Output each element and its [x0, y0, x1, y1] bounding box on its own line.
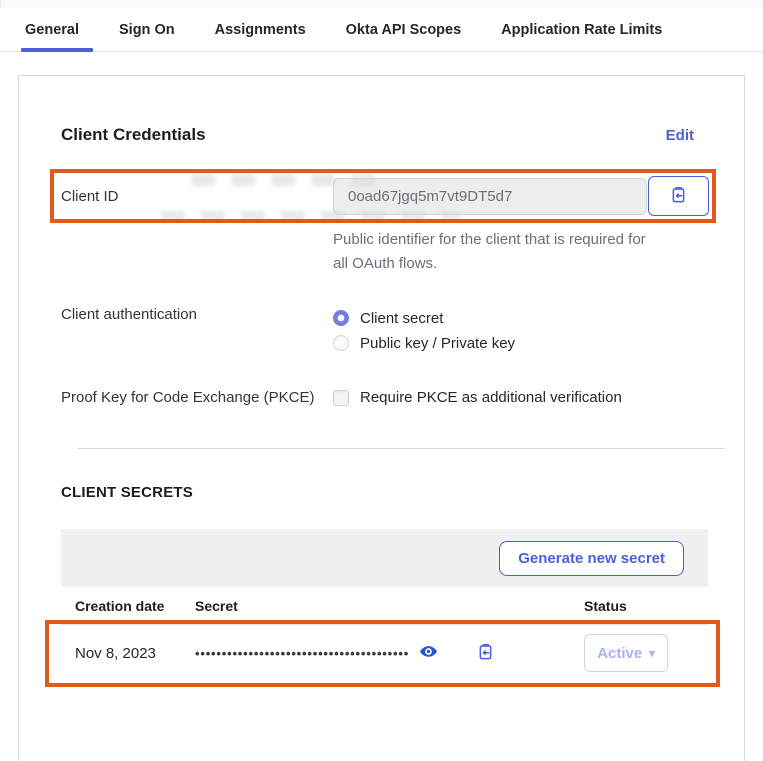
pkce-checkbox-option[interactable]: Require PKCE as additional verification — [333, 389, 694, 406]
secret-value-cell: •••••••••••••••••••••••••••••••••••••••• — [195, 642, 584, 664]
copy-secret-button[interactable] — [476, 642, 495, 664]
client-id-description: Public identifier for the client that is… — [333, 228, 663, 276]
secrets-table-toolbar: Generate new secret — [61, 529, 708, 587]
radio-unselected-icon[interactable] — [333, 335, 349, 351]
redaction-smudge — [161, 211, 461, 220]
copy-client-id-button[interactable] — [648, 176, 709, 216]
show-secret-eye-icon — [419, 642, 438, 664]
masked-secret-value: •••••••••••••••••••••••••••••••••••••••• — [195, 646, 409, 661]
tab-assignments[interactable]: Assignments — [215, 8, 306, 51]
app-tabbar: General Sign On Assignments Okta API Sco… — [0, 8, 763, 52]
clipboard-copy-icon — [669, 185, 688, 207]
pkce-row: Proof Key for Code Exchange (PKCE) Requi… — [61, 389, 694, 406]
column-header-secret: Secret — [195, 598, 584, 614]
secret-creation-date: Nov 8, 2023 — [75, 645, 195, 662]
pkce-checkbox-label: Require PKCE as additional verification — [360, 389, 622, 406]
radio-option-label: Public key / Private key — [360, 335, 515, 352]
status-label: Active — [597, 645, 642, 662]
secrets-table-header: Creation date Secret Status — [61, 587, 708, 625]
edit-link[interactable]: Edit — [666, 127, 694, 144]
column-header-status: Status — [584, 598, 694, 614]
section-divider — [77, 448, 725, 449]
secret-status-dropdown[interactable]: Active ▾ — [584, 634, 668, 672]
pkce-checkbox[interactable] — [333, 390, 349, 406]
pkce-label: Proof Key for Code Exchange (PKCE) — [61, 389, 333, 406]
client-secrets-table: Generate new secret Creation date Secret… — [61, 529, 708, 681]
redaction-smudge — [191, 174, 381, 186]
client-id-value-group — [333, 176, 709, 216]
client-id-label: Client ID — [61, 188, 333, 205]
client-authentication-label: Client authentication — [61, 306, 333, 323]
general-settings-card: Client Credentials Edit Client ID Public… — [18, 75, 745, 761]
client-id-row: Client ID — [61, 172, 694, 220]
column-header-creation-date: Creation date — [75, 598, 195, 614]
secret-table-row: Nov 8, 2023 ••••••••••••••••••••••••••••… — [61, 625, 708, 681]
tab-application-rate-limits[interactable]: Application Rate Limits — [501, 8, 662, 51]
reveal-secret-button[interactable] — [419, 642, 438, 664]
window-top-edge — [0, 0, 763, 8]
tab-okta-api-scopes[interactable]: Okta API Scopes — [346, 8, 462, 51]
radio-option-public-private-key[interactable]: Public key / Private key — [333, 331, 694, 355]
client-secrets-title: CLIENT SECRETS — [61, 484, 694, 501]
tab-general[interactable]: General — [25, 8, 79, 51]
client-authentication-row: Client authentication Client secret Publ… — [61, 306, 694, 355]
tab-sign-on[interactable]: Sign On — [119, 8, 175, 51]
generate-new-secret-button[interactable]: Generate new secret — [499, 541, 684, 576]
clipboard-copy-icon — [476, 642, 495, 664]
client-credentials-title: Client Credentials — [61, 125, 206, 145]
secret-status-cell: Active ▾ — [584, 634, 694, 672]
radio-selected-icon[interactable] — [333, 310, 349, 326]
radio-option-label: Client secret — [360, 310, 443, 327]
radio-option-client-secret[interactable]: Client secret — [333, 306, 694, 330]
client-credentials-header: Client Credentials Edit — [61, 125, 694, 145]
chevron-down-icon: ▾ — [649, 647, 655, 660]
client-authentication-options: Client secret Public key / Private key — [333, 306, 694, 355]
